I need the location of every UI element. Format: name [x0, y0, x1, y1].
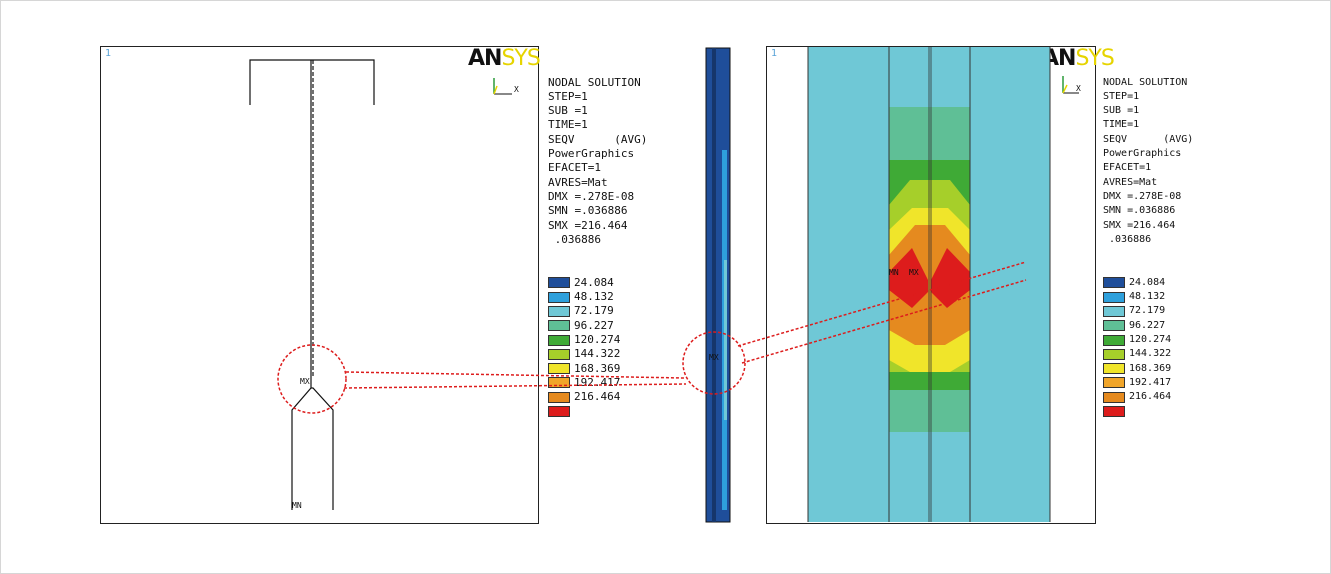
min-marker-label: MN	[889, 268, 899, 277]
axis-triad-icon: X	[1062, 76, 1081, 94]
max-marker-label: MX	[909, 268, 919, 277]
axis-triad-icon: X	[493, 78, 519, 95]
top-bracket	[249, 59, 375, 105]
max-marker-label: MX	[709, 353, 719, 362]
side-view-strip: MX	[705, 47, 731, 523]
graphics-overlay: MX MN X X MX MN MX	[249, 47, 1081, 523]
max-marker-label: MX	[300, 377, 310, 386]
wireframe-geometry	[249, 59, 375, 510]
x-axis-label: X	[1076, 84, 1081, 93]
contour-plot: MN MX	[807, 47, 1051, 522]
lower-branch	[291, 387, 334, 510]
x-axis-label: X	[514, 85, 519, 94]
callout-line	[343, 383, 687, 389]
callout-circle-left	[277, 344, 347, 414]
min-marker-label: MN	[292, 501, 302, 510]
callout-line	[345, 371, 685, 379]
